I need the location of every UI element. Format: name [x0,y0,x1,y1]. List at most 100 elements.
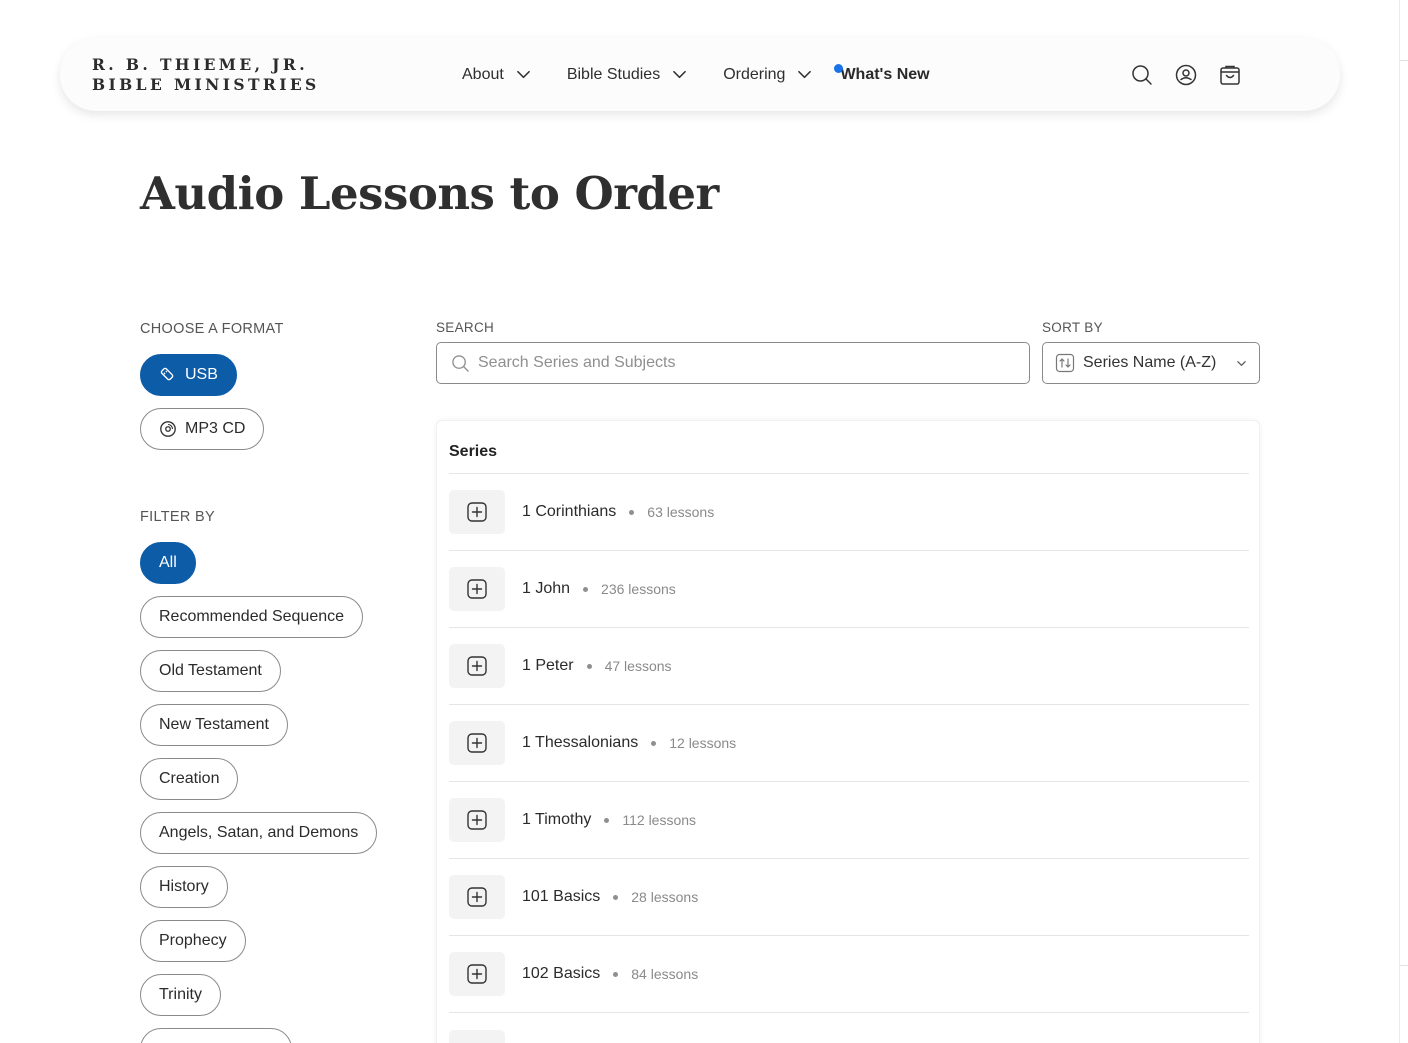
expand-button[interactable] [449,798,505,842]
expand-button[interactable] [449,644,505,688]
filter-new-testament[interactable]: New Testament [140,704,288,746]
separator-dot [613,971,619,977]
window-edge-tick [1400,965,1408,966]
page-title: Audio Lessons to Order [140,167,719,220]
chevron-down-icon [673,70,687,79]
format-usb-label: USB [185,366,218,383]
usb-icon [160,367,174,381]
separator-dot [613,894,619,900]
nav-about-label: About [462,65,504,83]
separator-dot [583,586,589,592]
series-row-partial[interactable] [449,1013,1249,1043]
window-edge [1399,0,1400,1043]
series-row[interactable]: 1 Timothy 112 lessons [449,782,1249,859]
filter-recommended-sequence[interactable]: Recommended Sequence [140,596,364,638]
lesson-count: 12 lessons [669,735,737,751]
filter-label: FILTER BY [140,509,215,525]
expand-button[interactable] [449,567,505,611]
new-indicator-dot [834,63,844,73]
expand-button[interactable] [449,952,505,996]
lesson-count: 28 lessons [631,889,699,905]
separator-dot [604,817,610,823]
format-label: CHOOSE A FORMAT [140,321,284,337]
sort-selected-value: Series Name (A-Z) [1083,354,1217,371]
nav-bible-studies[interactable]: Bible Studies [567,66,687,84]
filter-history[interactable]: History [140,866,228,908]
nav-whats-new[interactable]: What's New [834,63,930,84]
sort-label: SORT BY [1042,320,1103,335]
series-name: 102 Basics [522,965,601,982]
filter-label-text: Angels, Satan, and Demons [159,824,359,841]
filter-creation[interactable]: Creation [140,758,239,800]
plus-square-icon [467,579,487,599]
plus-square-icon [467,656,487,676]
format-usb-button[interactable]: USB [140,354,237,396]
series-name: 1 Timothy [522,811,592,828]
series-name: 1 John [522,580,571,597]
filter-label-text: Creation [159,770,220,787]
plus-square-icon [467,733,487,753]
chevron-down-icon [798,70,812,79]
format-mp3cd-button[interactable]: MP3 CD [140,408,265,450]
lesson-count: 47 lessons [604,658,672,674]
chevron-down-icon [516,70,530,79]
series-row[interactable]: 1 John 236 lessons [449,551,1249,628]
series-row[interactable]: 1 Peter 47 lessons [449,628,1249,705]
lesson-count: 63 lessons [647,504,715,520]
series-name: 1 Peter [522,657,574,674]
separator-dot [629,509,635,515]
nav-ordering-label: Ordering [723,65,786,83]
series-row[interactable]: 101 Basics 28 lessons [449,859,1249,936]
expand-button[interactable] [449,490,505,534]
filter-label-text: Old Testament [159,662,262,679]
site-header: R. B. THIEME, JR. BIBLE MINISTRIES About… [60,38,1340,111]
search-icon [452,354,469,372]
nav-whats-new-label: What's New [840,65,930,83]
filter-label-text: Prophecy [159,932,227,949]
site-logo[interactable]: R. B. THIEME, JR. BIBLE MINISTRIES [92,55,320,95]
filter-label-text: Trinity [159,986,202,1003]
plus-square-icon [467,964,487,984]
expand-button[interactable] [449,875,505,919]
disc-icon [160,421,176,437]
main-nav: About Bible Studies Ordering What's New [462,38,966,111]
search-input[interactable] [478,354,998,372]
logo-line-1: R. B. THIEME, JR. [92,55,308,74]
filter-partial-item[interactable] [140,1028,292,1043]
lesson-count: 112 lessons [622,812,697,828]
series-row[interactable]: 102 Basics 84 lessons [449,936,1249,1013]
separator-dot [586,663,592,669]
series-name: 101 Basics [522,888,601,905]
lesson-count: 236 lessons [601,581,676,597]
nav-bible-studies-label: Bible Studies [566,65,661,83]
account-icon[interactable] [1174,63,1198,87]
filter-prophecy[interactable]: Prophecy [140,920,246,962]
series-name: 1 Thessalonians [522,734,639,751]
plus-square-icon [467,502,487,522]
filter-label-text: All [159,554,177,571]
header-actions [1130,63,1262,87]
series-panel: Series 1 Corinthians 63 lessons 1 John 2… [436,420,1260,1043]
series-row[interactable]: 1 Corinthians 63 lessons [449,474,1249,551]
filter-all[interactable]: All [140,542,196,584]
sort-icon [1055,353,1075,373]
filter-trinity[interactable]: Trinity [140,974,221,1016]
search-icon[interactable] [1130,63,1154,87]
expand-button[interactable] [449,721,505,765]
filter-old-testament[interactable]: Old Testament [140,650,281,692]
filter-angels-satan-demons[interactable]: Angels, Satan, and Demons [140,812,378,854]
search-label: SEARCH [436,320,495,335]
series-row[interactable]: 1 Thessalonians 12 lessons [449,705,1249,782]
nav-ordering[interactable]: Ordering [723,66,812,84]
sort-select[interactable]: Series Name (A-Z) [1042,342,1260,384]
lesson-count: 84 lessons [631,966,699,982]
series-name: 1 Corinthians [522,503,617,520]
plus-square-icon [467,887,487,907]
cart-icon[interactable] [1218,63,1242,87]
logo-line-2: BIBLE MINISTRIES [92,75,320,94]
chevron-down-icon [1237,361,1246,366]
expand-button[interactable] [449,1029,505,1043]
nav-about[interactable]: About [462,66,531,84]
format-mp3cd-label: MP3 CD [185,420,246,437]
separator-dot [651,740,657,746]
